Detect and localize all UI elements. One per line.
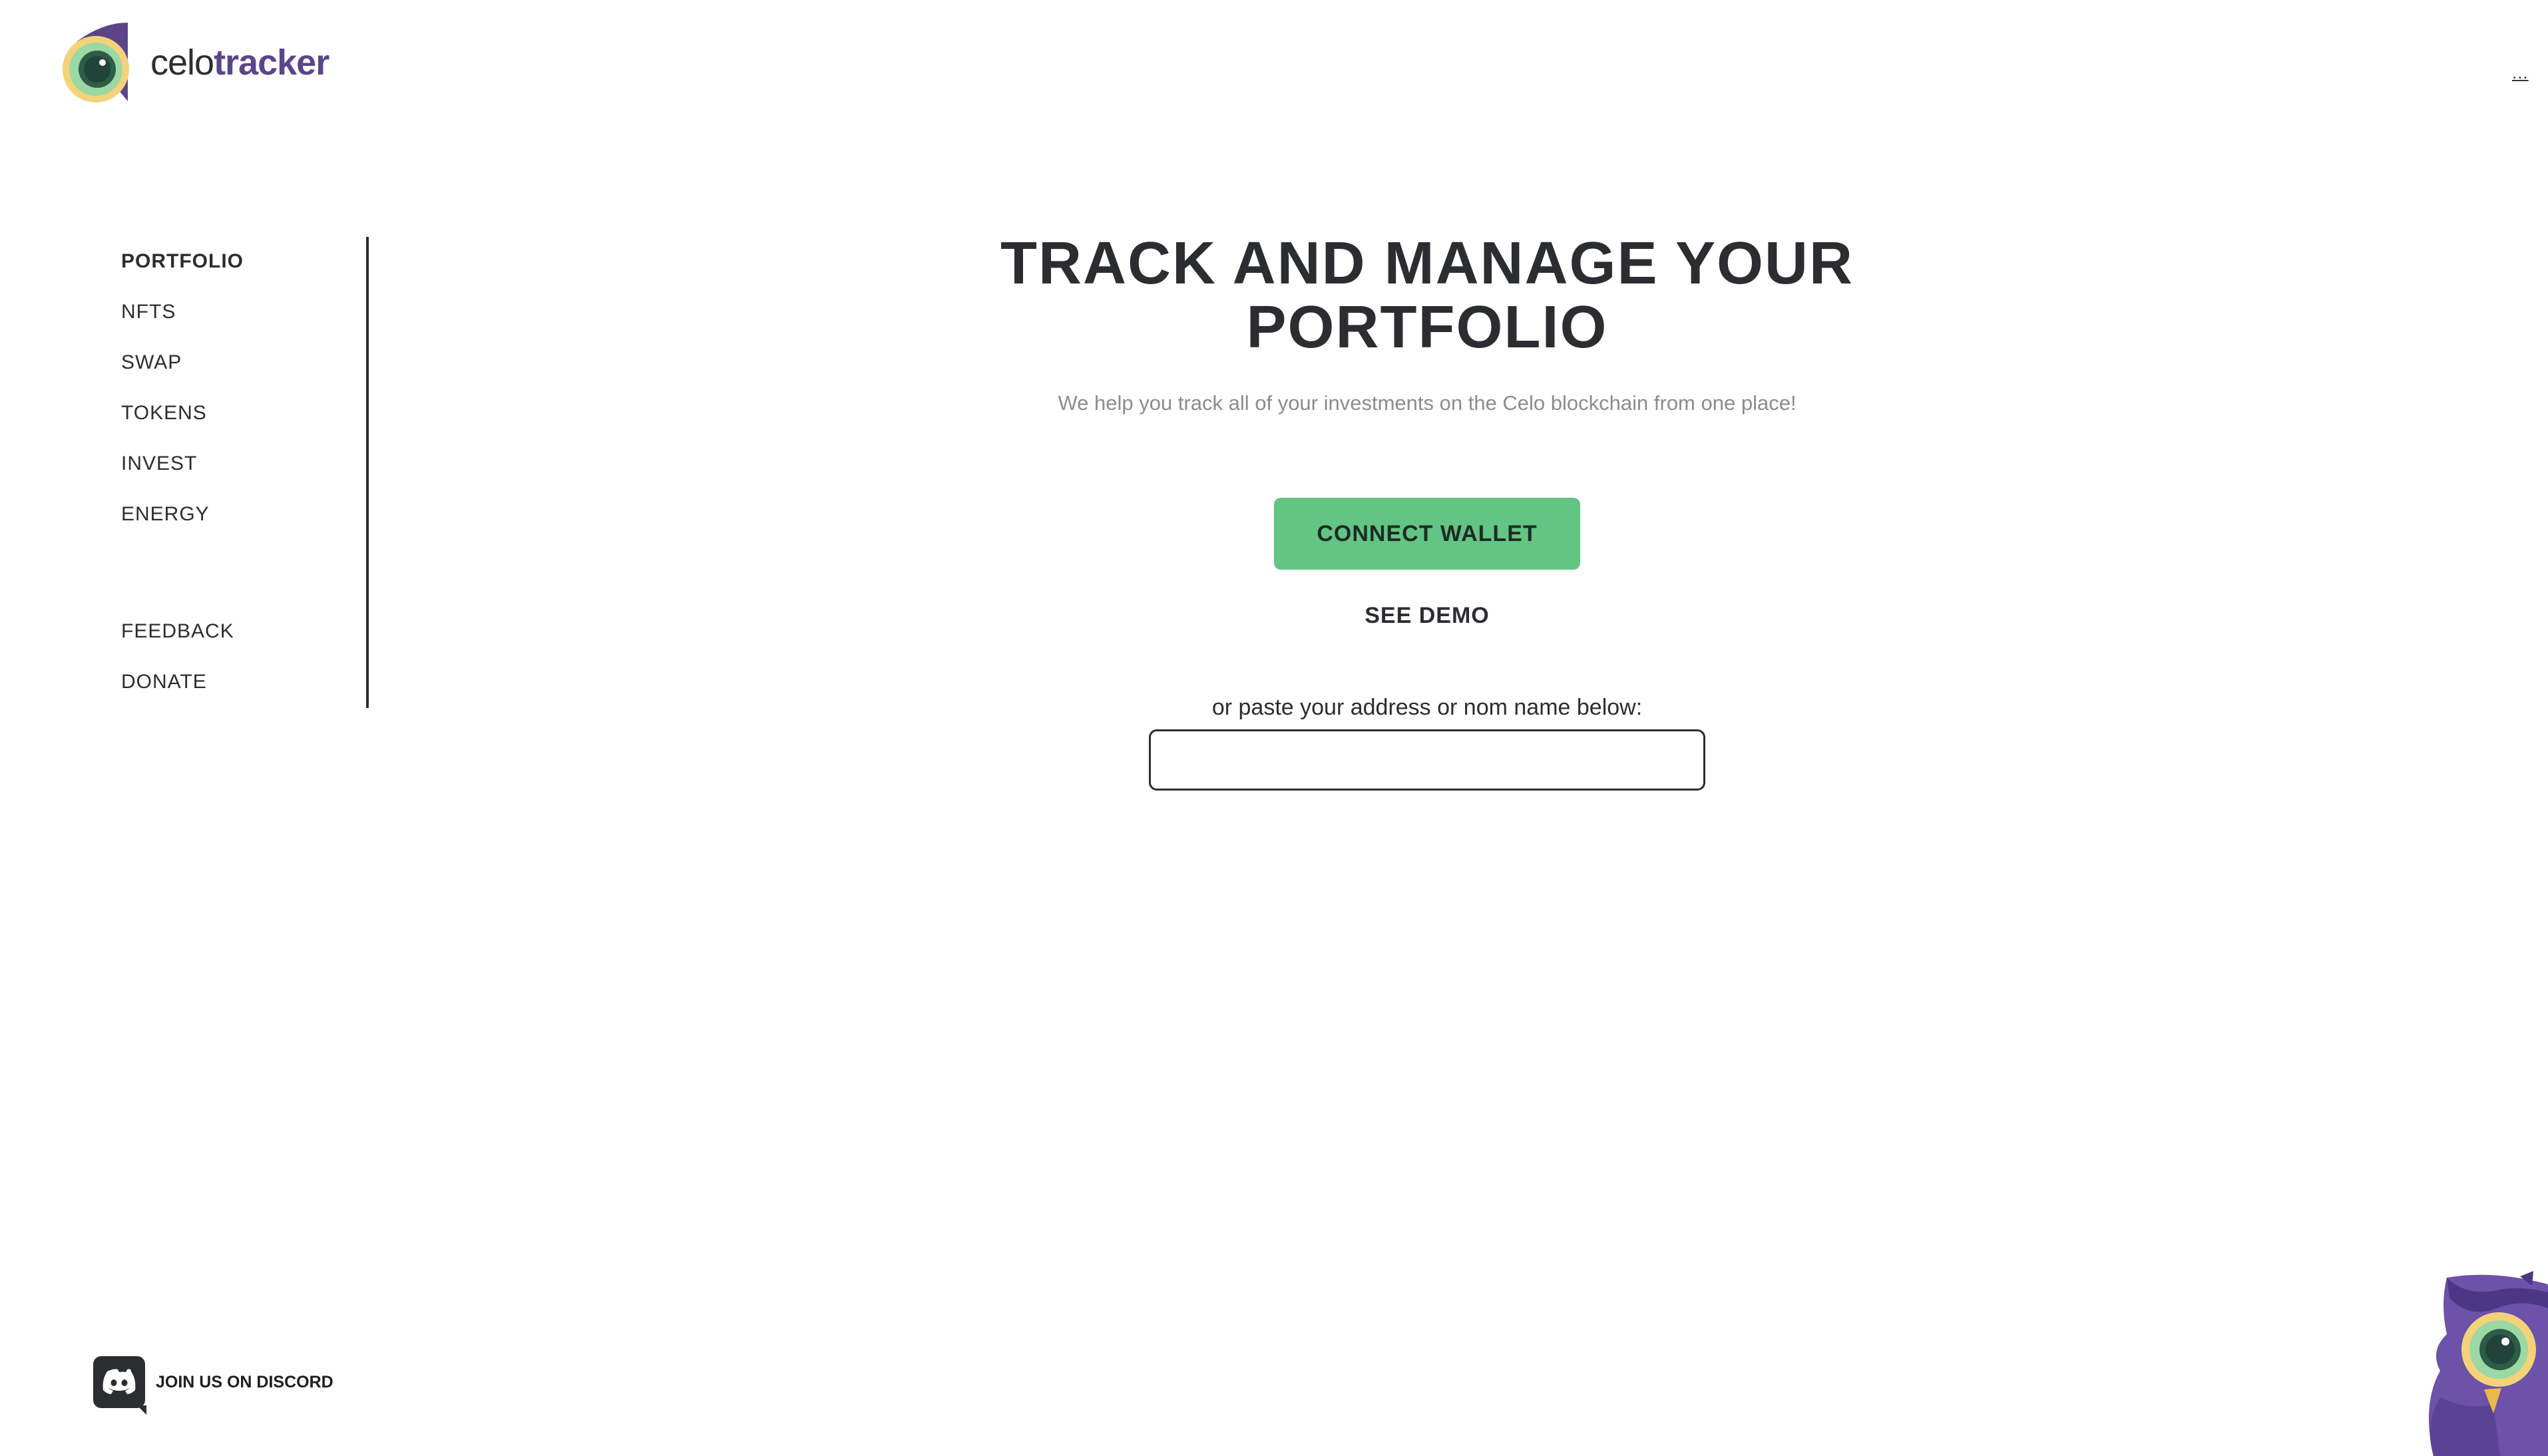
- sidebar-item-tokens[interactable]: TOKENS: [121, 402, 207, 425]
- see-demo-link[interactable]: SEE DEMO: [1274, 603, 1580, 629]
- page-title: TRACK AND MANAGE YOUR PORTFOLIO: [865, 232, 1989, 359]
- sidebar-item-nfts[interactable]: NFTS: [121, 301, 176, 323]
- page-title-line-2: PORTFOLIO: [1246, 294, 1608, 361]
- sidebar-item-energy[interactable]: ENERGY: [121, 503, 210, 526]
- discord-icon-badge: [93, 1356, 146, 1415]
- discord-link[interactable]: JOIN US ON DISCORD: [93, 1356, 333, 1415]
- connect-wallet-button[interactable]: CONNECT WALLET: [1274, 498, 1580, 570]
- page-title-line-1: TRACK AND MANAGE YOUR: [1000, 230, 1854, 297]
- brand-name-light: celo: [150, 43, 214, 83]
- sidebar-item-invest[interactable]: INVEST: [121, 453, 197, 475]
- celotracker-logo-icon: [63, 23, 129, 102]
- sidebar-item-swap[interactable]: SWAP: [121, 351, 182, 374]
- brand-name-bold: tracker: [214, 43, 329, 83]
- brand-logo[interactable]: celotracker: [63, 21, 329, 104]
- address-input[interactable]: [1149, 729, 1705, 791]
- sidebar-nav: PORTFOLIO NFTS SWAP TOKENS INVEST ENERGY…: [121, 237, 369, 708]
- sidebar-item-feedback[interactable]: FEEDBACK: [121, 620, 234, 643]
- discord-badge-tail: [137, 1405, 146, 1415]
- discord-label: JOIN US ON DISCORD: [156, 1372, 333, 1391]
- page: celotracker ... PORTFOLIO NFTS SWAP TOKE…: [0, 0, 2548, 1456]
- menu-button[interactable]: ...: [2512, 63, 2529, 83]
- sidebar-item-portfolio[interactable]: PORTFOLIO: [121, 250, 244, 273]
- page-subtitle: We help you track all of your investment…: [1058, 391, 1797, 415]
- address-input-label: or paste your address or nom name below:: [1211, 695, 1643, 720]
- owl-mascot-icon: [2428, 1271, 2548, 1456]
- discord-icon: [103, 1369, 136, 1394]
- sidebar-item-donate[interactable]: DONATE: [121, 671, 207, 693]
- brand-name: celotracker: [150, 42, 329, 83]
